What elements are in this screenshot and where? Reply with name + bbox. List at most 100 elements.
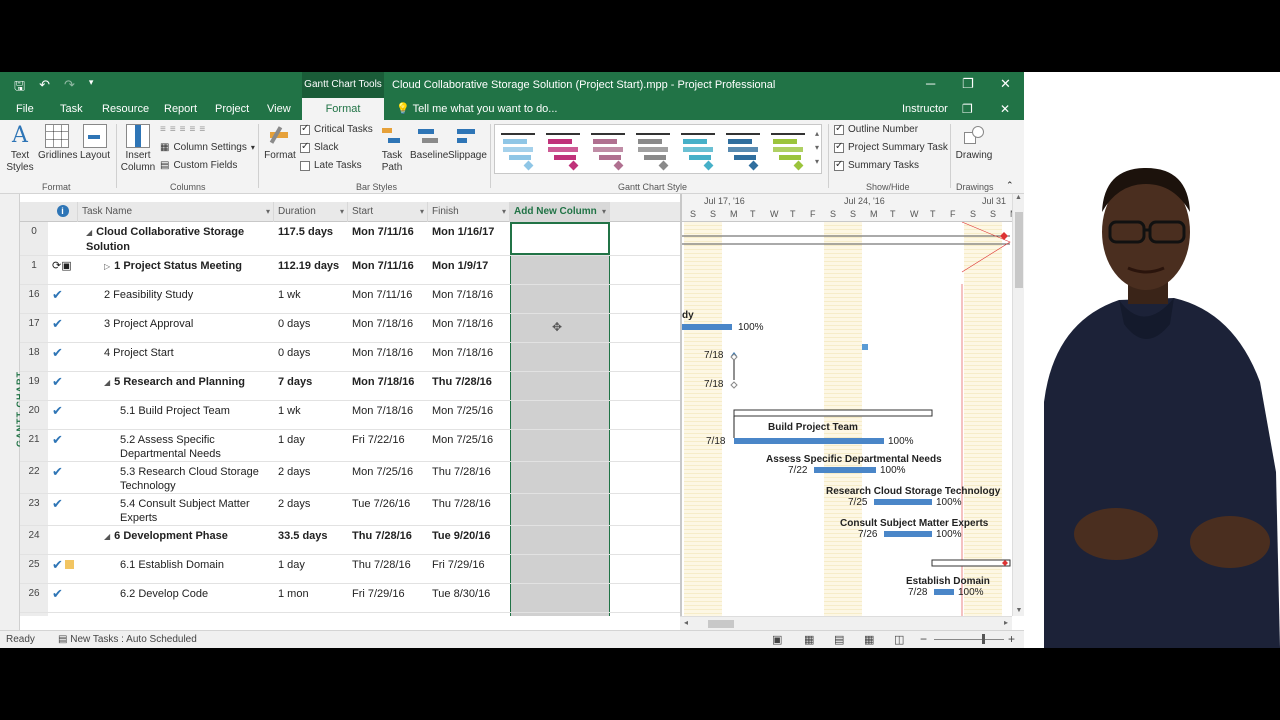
column-header-duration[interactable]: Duration ▾ <box>274 202 348 222</box>
task-bar-consult[interactable] <box>884 531 932 537</box>
add-new-column-cell[interactable] <box>510 430 610 461</box>
task-name-cell[interactable]: ◢ 6 Development Phase <box>78 526 274 547</box>
table-row[interactable]: 19 ✔ ◢ 5 Research and Planning 7 days Mon 7/1… <box>20 372 680 401</box>
start-cell[interactable]: Mon 7/11/16 <box>348 256 428 276</box>
slippage-button[interactable]: Slippage <box>448 122 487 162</box>
duration-cell[interactable]: 112.19 days <box>274 256 348 276</box>
duration-cell[interactable]: 1 wk <box>274 401 348 421</box>
tab-view[interactable]: View <box>267 98 291 120</box>
finish-cell[interactable]: Mon 7/18/16 <box>428 314 510 334</box>
task-name-cell[interactable]: 5.2 Assess Specific Departmental Needs <box>78 430 274 464</box>
undo-icon[interactable]: ↶ <box>39 77 50 99</box>
duration-cell[interactable]: 0 days <box>274 343 348 363</box>
row-id[interactable]: 0 <box>20 222 48 255</box>
column-header-start[interactable]: Start ▾ <box>348 202 428 222</box>
task-name-cell[interactable]: ▷ 1 Project Status Meeting <box>78 256 274 277</box>
table-row[interactable]: 17 ✔ 3 Project Approval 0 days Mon 7/18/16 Mo… <box>20 314 680 343</box>
customize-qat-icon[interactable]: ▾ <box>89 77 94 99</box>
table-row[interactable]: 22 ✔ 5.3 Research Cloud Storage Technology… <box>20 462 680 494</box>
add-new-column-cell[interactable] <box>510 343 610 371</box>
column-settings-button[interactable]: ▦ Column Settings ▾ <box>160 142 255 153</box>
finish-cell[interactable]: Thu 7/28/16 <box>428 372 510 392</box>
row-id[interactable]: 1 <box>20 256 48 284</box>
finish-cell[interactable]: Mon 1/16/17 <box>428 222 510 242</box>
table-row[interactable]: 18 ✔ 4 Project Start 0 days Mon 7/18/16 Mon 7… <box>20 343 680 372</box>
drawing-button[interactable]: Drawing <box>954 122 994 162</box>
duration-cell[interactable]: 1 wk <box>274 285 348 305</box>
deadline-marker[interactable] <box>1000 232 1008 240</box>
vertical-scrollbar[interactable]: ▲ ▼ <box>1012 194 1024 616</box>
scroll-left-icon[interactable]: ◂ <box>684 618 688 627</box>
gantt-style-swatch[interactable] <box>681 131 715 171</box>
add-new-column-cell[interactable] <box>510 584 610 612</box>
row-id[interactable]: 22 <box>20 462 48 493</box>
row-id[interactable]: 19 <box>20 372 48 400</box>
zoom-thumb[interactable] <box>982 634 985 644</box>
table-row[interactable]: 16 ✔ 2 Feasibility Study 1 wk Mon 7/11/16 Mon… <box>20 285 680 314</box>
indicators-header[interactable]: i <box>48 202 78 222</box>
finish-cell[interactable]: Mon 7/18/16 <box>428 343 510 363</box>
task-bar-build-team[interactable] <box>734 438 884 444</box>
tab-resource[interactable]: Resource <box>102 98 149 120</box>
gallery-more-icon[interactable]: ▴ ▾ ▾ <box>815 127 819 169</box>
add-new-column-cell[interactable] <box>510 462 610 493</box>
finish-cell[interactable]: Thu 7/28/16 <box>428 462 510 482</box>
new-tasks-mode[interactable]: ▤ New Tasks : Auto Scheduled <box>58 634 197 645</box>
table-row[interactable]: 1 ⟳▣ ▷ 1 Project Status Meeting 112.19 days M… <box>20 256 680 285</box>
milestone-start[interactable] <box>730 381 738 389</box>
column-header-add-new[interactable]: Add New Column ▾ <box>510 202 610 222</box>
finish-cell[interactable]: Mon 1/9/17 <box>428 256 510 276</box>
outline-toggle-icon[interactable]: ◢ <box>104 378 110 387</box>
collapse-ribbon-icon[interactable]: ⌃ <box>1006 180 1014 191</box>
start-cell[interactable]: Fri 7/29/16 <box>348 584 428 604</box>
scroll-thumb[interactable] <box>1015 212 1023 288</box>
project-summary-task-checkbox[interactable]: Project Summary Task <box>834 141 948 153</box>
task-name-cell[interactable]: 6.1 Establish Domain <box>78 555 274 575</box>
summary-bar-development[interactable] <box>931 559 1011 567</box>
task-bar-assess[interactable] <box>814 467 876 473</box>
gantt-style-swatch[interactable] <box>591 131 625 171</box>
gantt-style-swatch[interactable] <box>771 131 805 171</box>
add-new-column-cell[interactable] <box>510 401 610 429</box>
row-id[interactable] <box>20 613 48 616</box>
gridlines-button[interactable]: Gridlines <box>38 122 77 162</box>
scroll-thumb-horizontal[interactable] <box>708 620 734 628</box>
scroll-up-icon[interactable]: ▲ <box>1013 194 1024 201</box>
doc-close-icon[interactable]: ✕ <box>1000 98 1010 120</box>
row-id[interactable]: 25 <box>20 555 48 583</box>
task-name-cell[interactable]: 3 Project Approval <box>78 314 274 334</box>
start-cell[interactable]: Fri 7/22/16 <box>348 430 428 450</box>
add-new-column-cell[interactable] <box>510 613 610 616</box>
task-name-cell[interactable]: 2 Feasibility Study <box>78 285 274 305</box>
add-new-column-cell[interactable] <box>510 372 610 400</box>
row-id[interactable]: 23 <box>20 494 48 525</box>
critical-path-line[interactable] <box>961 222 1011 273</box>
column-header-finish[interactable]: Finish ▾ <box>428 202 510 222</box>
layout-button[interactable]: Layout <box>78 122 112 162</box>
insert-column-button[interactable]: Insert Column <box>120 122 156 174</box>
table-row[interactable]: 24 ◢ 6 Development Phase 33.5 days Thu 7/28/… <box>20 526 680 555</box>
baseline-button[interactable]: Baseline <box>410 122 448 162</box>
start-cell[interactable]: Mon 7/18/16 <box>348 401 428 421</box>
row-id[interactable]: 26 <box>20 584 48 612</box>
finish-cell[interactable]: Mon 7/18/16 <box>428 285 510 305</box>
horizontal-scrollbar[interactable]: ◂ ▸ <box>680 616 1012 630</box>
finish-cell[interactable]: Thu 7/28/16 <box>428 494 510 514</box>
outline-toggle-icon[interactable]: ◢ <box>86 228 92 237</box>
add-new-column-cell[interactable] <box>510 494 610 525</box>
tab-task[interactable]: Task <box>60 98 83 120</box>
duration-cell[interactable]: 1 day <box>274 555 348 575</box>
task-bar-research[interactable] <box>874 499 932 505</box>
table-row[interactable]: 26 ✔ 6.2 Develop Code 1 mon Fri 7/29/16 Tue 8… <box>20 584 680 613</box>
row-id[interactable]: 20 <box>20 401 48 429</box>
gantt-style-swatch[interactable] <box>636 131 670 171</box>
duration-cell[interactable]: 1 mon <box>274 584 348 604</box>
scroll-right-icon[interactable]: ▸ <box>1004 618 1008 627</box>
duration-cell[interactable]: 2 days <box>274 462 348 482</box>
late-tasks-checkbox[interactable]: Late Tasks <box>300 160 362 171</box>
task-usage-icon[interactable]: ▦ <box>804 633 814 646</box>
redo-icon[interactable]: ↷ <box>64 77 75 99</box>
row-id[interactable]: 16 <box>20 285 48 313</box>
duration-cell[interactable]: 117.5 days <box>274 222 348 242</box>
zoom-in-icon[interactable]: + <box>1008 632 1015 646</box>
